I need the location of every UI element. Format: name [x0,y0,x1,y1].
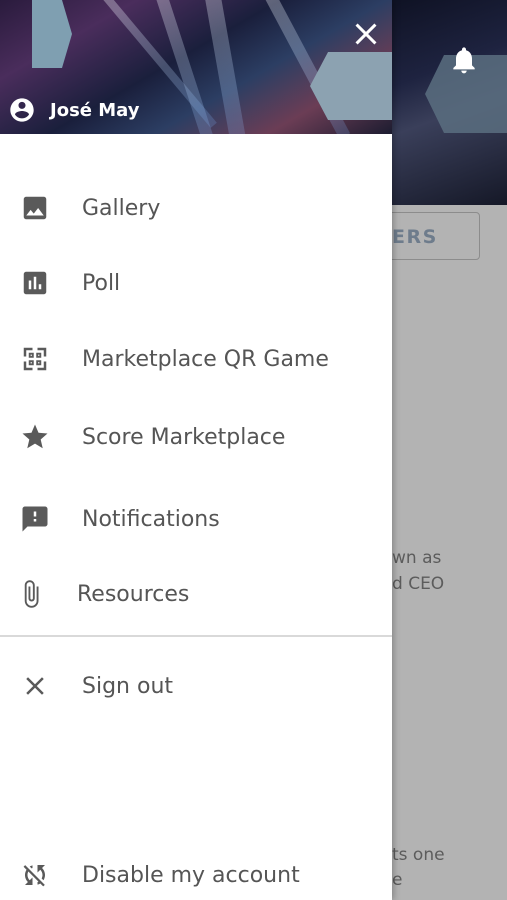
drawer-header: José May [0,0,392,134]
menu-item-disable-account[interactable]: Disable my account [0,845,392,900]
menu-item-label: Resources [77,581,190,607]
menu-item-resources[interactable]: Resources [0,564,392,624]
close-icon [20,671,50,701]
background-text-line: d CEO [392,574,445,594]
menu-item-notifications[interactable]: Notifications [0,489,392,549]
menu-item-poll[interactable]: Poll [0,253,392,313]
user-name: José May [50,99,140,121]
background-text-line: wn as [392,548,442,568]
menu-item-label: Disable my account [82,862,300,888]
menu-item-sign-out[interactable]: Sign out [0,656,392,716]
user-profile-row[interactable]: José May [8,96,140,124]
background-text-line: ts one [392,845,445,865]
menu-item-label: Marketplace QR Game [82,346,329,372]
menu-item-score-marketplace[interactable]: Score Marketplace [0,407,392,467]
paperclip-icon [16,579,46,609]
menu-item-marketplace-qr-game[interactable]: Marketplace QR Game [0,329,392,389]
navigation-drawer: José May Gallery Poll Marketplace QR Gam… [0,0,392,900]
image-icon [20,193,50,223]
feedback-icon [20,504,50,534]
background-text-line: e [392,870,403,890]
poll-icon [20,268,50,298]
qr-scan-icon [20,344,50,374]
account-circle-icon [10,98,34,122]
close-drawer-icon[interactable] [348,16,384,52]
bell-icon[interactable] [448,44,480,76]
menu-item-label: Notifications [82,506,220,532]
menu-item-label: Score Marketplace [82,424,286,450]
star-icon [20,422,50,452]
menu-item-gallery[interactable]: Gallery [0,178,392,238]
menu-item-label: Poll [82,270,121,296]
background-button-label: ERS [392,226,438,248]
menu-divider [0,635,392,637]
menu-item-label: Gallery [82,195,161,221]
sync-disabled-icon [20,860,50,890]
header-hexagon-decor [32,0,72,68]
header-hexagon-decor [310,52,392,120]
menu-item-label: Sign out [82,673,174,699]
